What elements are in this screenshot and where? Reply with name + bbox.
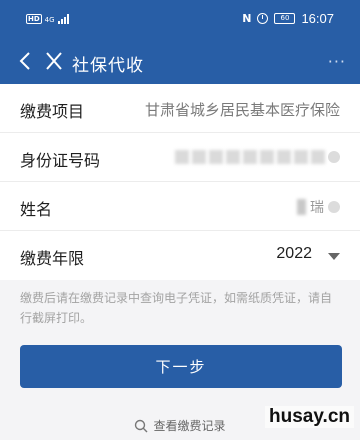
battery-icon: 60 [274,13,296,24]
name-visible-char: 瑞 [310,200,324,216]
name-label: 姓名 [20,200,53,219]
id-number-label: 身份证号码 [20,151,101,170]
payment-item-label: 缴费项目 [20,102,85,121]
payment-year-select[interactable]: 2022 [276,245,312,263]
status-time: 16:07 [301,11,334,26]
view-records-label: 查看缴费记录 [153,419,226,433]
row-name[interactable]: 姓名 瑞 [0,182,360,231]
notice-text: 缴费后请在缴费记录中查询电子凭证，如需纸质凭证，请自行截屏打印。 [20,291,333,325]
status-bar-right: N 60 16:07 [242,11,334,26]
more-dots-icon[interactable]: ··· [328,52,346,71]
close-icon[interactable] [42,46,66,76]
status-bar-left: HD 4G [26,14,69,24]
network-type: 4G [44,16,55,24]
payment-form: 缴费项目 甘肃省城乡居民基本医疗保险 身份证号码 姓名 瑞 缴费年限 2022 [0,84,360,280]
chevron-left-icon[interactable] [14,46,38,76]
next-step-button[interactable]: 下一步 [20,345,342,388]
status-bar: HD 4G N 60 16:07 [0,0,360,38]
hd-badge: HD [26,14,42,24]
row-id-number[interactable]: 身份证号码 [0,133,360,182]
payment-year-label: 缴费年限 [20,249,85,268]
name-value-masked: 瑞 [297,197,340,217]
nav-bar: 社保代收 ··· [0,38,360,84]
signal-icon [57,14,69,24]
row-payment-year[interactable]: 缴费年限 2022 [0,231,360,280]
payment-item-value: 甘肃省城乡居民基本医疗保险 [144,101,340,119]
watermark: husay.cn [265,406,354,428]
nfc-icon: N [242,12,252,25]
page-title: 社保代收 [72,56,144,76]
alarm-icon [257,13,269,24]
search-icon [135,419,148,432]
row-payment-item[interactable]: 缴费项目 甘肃省城乡居民基本医疗保险 [0,84,360,133]
id-number-value-masked [175,150,340,164]
caret-down-icon[interactable] [328,253,340,260]
